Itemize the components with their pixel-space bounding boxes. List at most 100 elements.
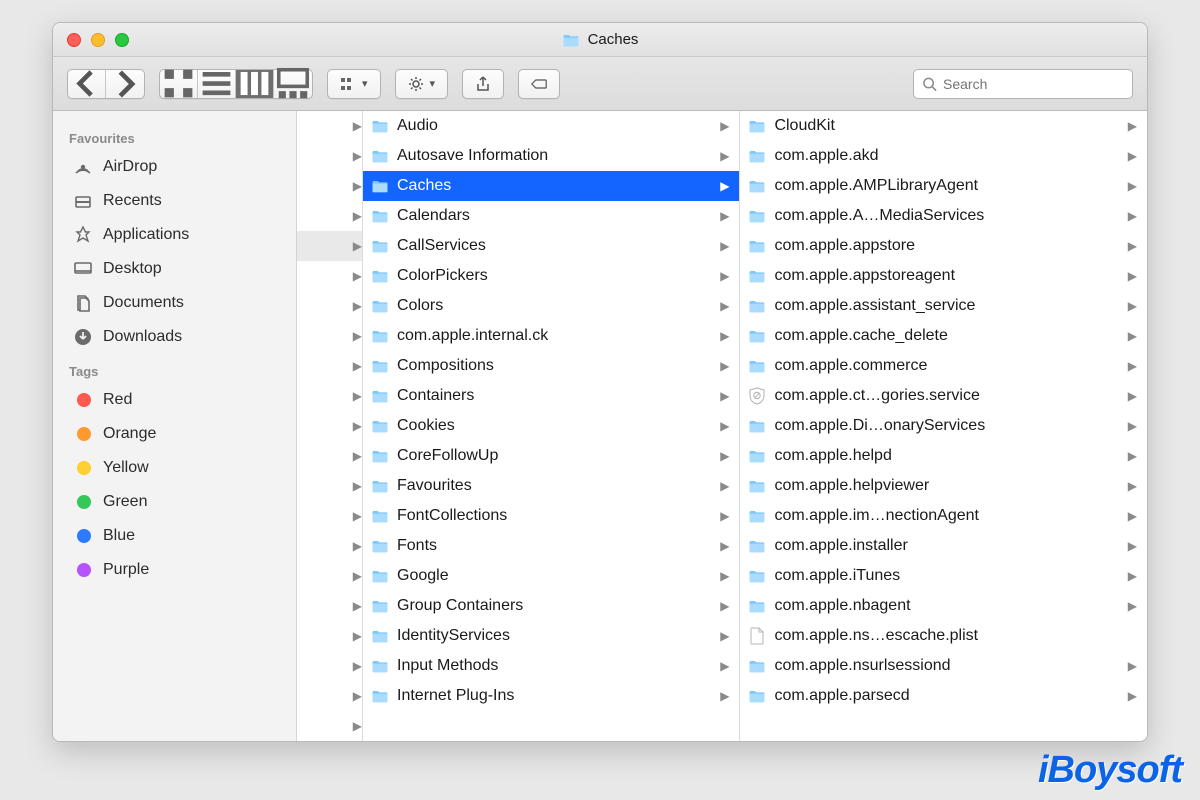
sidebar-tag[interactable]: Green (53, 485, 296, 519)
sidebar-item-recents[interactable]: Recents (53, 184, 296, 218)
view-gallery-button[interactable] (274, 70, 312, 98)
column0-row[interactable]: ▶ (297, 441, 362, 471)
column0-row[interactable]: ▶ (297, 621, 362, 651)
forward-button[interactable] (106, 70, 144, 98)
item-label: com.apple.akd (774, 147, 878, 165)
list-item[interactable]: Colors▶ (363, 291, 739, 321)
sidebar-tag[interactable]: Yellow (53, 451, 296, 485)
column0-row[interactable]: ▶ (297, 351, 362, 381)
minimize-button[interactable] (91, 33, 105, 47)
list-item[interactable]: CallServices▶ (363, 231, 739, 261)
column0-row[interactable]: ▶ (297, 711, 362, 741)
column0-row[interactable]: ▶ (297, 141, 362, 171)
list-item[interactable]: com.apple.helpviewer▶ (740, 471, 1147, 501)
list-item[interactable]: Audio▶ (363, 111, 739, 141)
share-button[interactable] (462, 69, 504, 99)
list-item[interactable]: IdentityServices▶ (363, 621, 739, 651)
search-field[interactable] (913, 69, 1133, 99)
list-item[interactable]: Favourites▶ (363, 471, 739, 501)
list-item[interactable]: Group Containers▶ (363, 591, 739, 621)
list-item[interactable]: com.apple.nbagent▶ (740, 591, 1147, 621)
folder-icon (371, 239, 389, 253)
item-label: com.apple.installer (774, 537, 907, 555)
zoom-button[interactable] (115, 33, 129, 47)
list-item[interactable]: Fonts▶ (363, 531, 739, 561)
list-item[interactable]: com.apple.commerce▶ (740, 351, 1147, 381)
chevron-right-icon: ▶ (720, 209, 729, 223)
list-item[interactable]: com.apple.ct…gories.service▶ (740, 381, 1147, 411)
sidebar-item-downloads[interactable]: Downloads (53, 320, 296, 354)
chevron-right-icon: ▶ (1128, 479, 1137, 493)
sidebar-tag[interactable]: Blue (53, 519, 296, 553)
list-item[interactable]: Compositions▶ (363, 351, 739, 381)
sidebar-item-documents[interactable]: Documents (53, 286, 296, 320)
list-item[interactable]: Google▶ (363, 561, 739, 591)
list-item[interactable]: com.apple.A…MediaServices▶ (740, 201, 1147, 231)
list-item[interactable]: com.apple.ns…escache.plist (740, 621, 1147, 651)
column0-row[interactable]: ▶ (297, 381, 362, 411)
column0-row[interactable]: ▶ (297, 591, 362, 621)
list-item[interactable]: Containers▶ (363, 381, 739, 411)
close-button[interactable] (67, 33, 81, 47)
column0-row[interactable]: ▶ (297, 561, 362, 591)
column0-row[interactable]: ▶ (297, 291, 362, 321)
list-item[interactable]: Autosave Information▶ (363, 141, 739, 171)
chevron-right-icon: ▶ (720, 599, 729, 613)
sidebar-item-applications[interactable]: Applications (53, 218, 296, 252)
sidebar-tag[interactable]: Red (53, 383, 296, 417)
list-item[interactable]: CloudKit▶ (740, 111, 1147, 141)
list-item[interactable]: com.apple.parsecd▶ (740, 681, 1147, 711)
list-item[interactable]: CoreFollowUp▶ (363, 441, 739, 471)
column0-row[interactable]: ▶ (297, 201, 362, 231)
tags-button[interactable] (518, 69, 560, 99)
column0-row[interactable]: ▶ (297, 471, 362, 501)
list-item[interactable]: Calendars▶ (363, 201, 739, 231)
list-item[interactable]: com.apple.AMPLibraryAgent▶ (740, 171, 1147, 201)
action-button[interactable]: ▾ (395, 69, 449, 99)
list-item[interactable]: com.apple.iTunes▶ (740, 561, 1147, 591)
column0-row[interactable]: ▶ (297, 501, 362, 531)
list-item[interactable]: com.apple.internal.ck▶ (363, 321, 739, 351)
list-item[interactable]: FontCollections▶ (363, 501, 739, 531)
sidebar-item-airdrop[interactable]: AirDrop (53, 150, 296, 184)
column0-row[interactable]: ▶ (297, 261, 362, 291)
chevron-right-icon: ▶ (720, 659, 729, 673)
list-item[interactable]: com.apple.installer▶ (740, 531, 1147, 561)
sidebar-tag[interactable]: Orange (53, 417, 296, 451)
list-item[interactable]: com.apple.akd▶ (740, 141, 1147, 171)
list-item[interactable]: com.apple.helpd▶ (740, 441, 1147, 471)
list-item[interactable]: Input Methods▶ (363, 651, 739, 681)
list-item[interactable]: com.apple.appstoreagent▶ (740, 261, 1147, 291)
column0-row[interactable]: ▶ (297, 531, 362, 561)
column0-row[interactable]: ▶ (297, 111, 362, 141)
list-item[interactable]: Cookies▶ (363, 411, 739, 441)
list-item[interactable]: com.apple.nsurlsessiond▶ (740, 651, 1147, 681)
list-item[interactable]: com.apple.assistant_service▶ (740, 291, 1147, 321)
list-item[interactable]: com.apple.im…nectionAgent▶ (740, 501, 1147, 531)
sidebar-tag[interactable]: Purple (53, 553, 296, 587)
column0-row[interactable]: ▶ (297, 681, 362, 711)
chevron-right-icon: ▶ (720, 539, 729, 553)
column0-row[interactable]: ▶ (297, 411, 362, 441)
list-item[interactable]: Caches▶ (363, 171, 739, 201)
list-item[interactable]: com.apple.appstore▶ (740, 231, 1147, 261)
back-button[interactable] (68, 70, 106, 98)
list-item[interactable]: Internet Plug-Ins▶ (363, 681, 739, 711)
column0-row[interactable]: ▶ (297, 231, 362, 261)
column0-row[interactable]: ▶ (297, 171, 362, 201)
item-label: com.apple.appstore (774, 237, 915, 255)
group-by-button[interactable]: ▾ (327, 69, 381, 99)
search-input[interactable] (943, 76, 1124, 92)
item-label: com.apple.appstoreagent (774, 267, 955, 285)
list-item[interactable]: com.apple.Di…onaryServices▶ (740, 411, 1147, 441)
sidebar-item-desktop[interactable]: Desktop (53, 252, 296, 286)
list-item[interactable]: ColorPickers▶ (363, 261, 739, 291)
column0-row[interactable]: ▶ (297, 651, 362, 681)
view-icons-button[interactable] (160, 70, 198, 98)
list-item[interactable]: com.apple.cache_delete▶ (740, 321, 1147, 351)
chevron-right-icon: ▶ (353, 449, 362, 463)
column0-row[interactable]: ▶ (297, 321, 362, 351)
view-list-button[interactable] (198, 70, 236, 98)
view-columns-button[interactable] (236, 70, 274, 98)
sidebar-item-label: Orange (103, 425, 156, 443)
